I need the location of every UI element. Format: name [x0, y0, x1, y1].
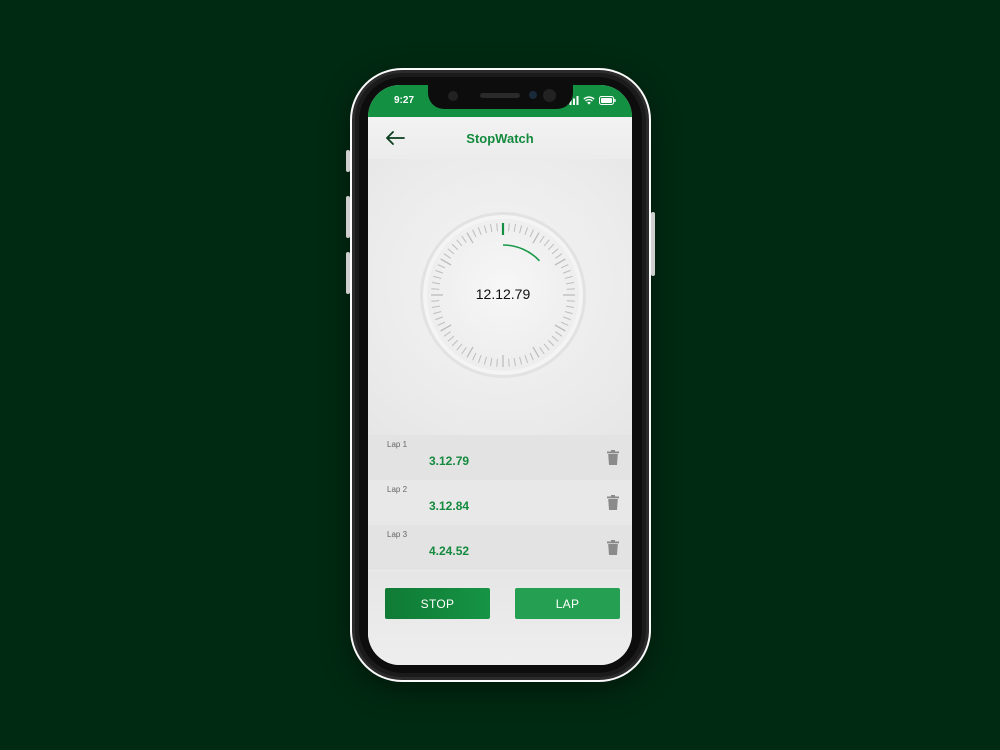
lap-row: Lap 3 4.24.52	[368, 525, 632, 570]
lap-row: Lap 1 3.12.79	[368, 435, 632, 480]
lap-time: 3.12.84	[429, 499, 470, 513]
stopwatch-panel: 12.12.79	[368, 159, 632, 435]
dial-tick	[508, 223, 510, 232]
speaker	[480, 93, 520, 98]
dial-tick	[508, 358, 510, 367]
lap-label: Lap 2	[387, 485, 408, 494]
wifi-icon	[583, 96, 595, 105]
elapsed-time: 12.12.79	[475, 286, 531, 302]
volume-down-button	[346, 252, 350, 294]
trash-icon[interactable]	[607, 540, 619, 555]
flood-sensor	[543, 89, 556, 102]
app-header: StopWatch	[368, 117, 632, 159]
lap-time: 3.12.79	[429, 454, 470, 468]
volume-up-button	[346, 196, 350, 238]
sensor	[448, 91, 458, 101]
status-icons	[566, 96, 616, 105]
power-button	[651, 212, 655, 276]
screen: 9:27 StopWatch 12.12.79 Lap 1 3.12.79 La…	[368, 85, 632, 665]
battery-icon	[599, 96, 616, 105]
lap-time: 4.24.52	[429, 544, 470, 558]
trash-icon[interactable]	[607, 450, 619, 465]
lap-label: Lap 1	[387, 440, 408, 449]
stop-button[interactable]: STOP	[385, 588, 490, 619]
silent-switch	[346, 150, 350, 172]
lap-row: Lap 2 3.12.84	[368, 480, 632, 525]
page-title: StopWatch	[466, 131, 534, 146]
lap-list: Lap 1 3.12.79 Lap 2 3.12.84 Lap 3 4.24.5…	[368, 435, 632, 570]
lap-label: Lap 3	[387, 530, 408, 539]
camera	[529, 91, 537, 99]
dial-tick	[496, 358, 498, 367]
trash-icon[interactable]	[607, 495, 619, 510]
notch	[428, 85, 573, 109]
lap-button[interactable]: LAP	[515, 588, 620, 619]
status-time: 9:27	[394, 95, 415, 106]
dial-tick	[496, 223, 498, 232]
